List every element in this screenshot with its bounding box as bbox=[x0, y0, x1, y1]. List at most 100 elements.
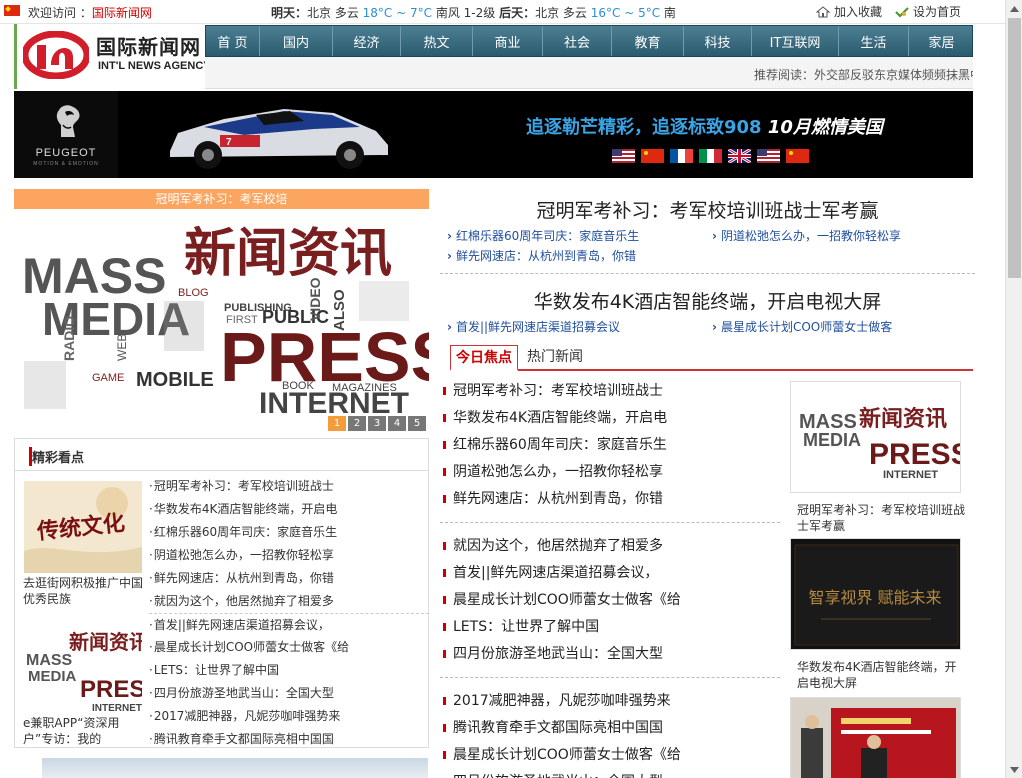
peugeot-brand-block: PEUGEOT MOTION & EMOTION bbox=[14, 91, 118, 178]
slider-caption[interactable]: 冠明军考补习：考军校培 bbox=[14, 189, 429, 209]
highlight-list-item[interactable]: 华数发布4K酒店智能终端，开启电 bbox=[149, 498, 429, 521]
weather-day2-label: 后天： bbox=[499, 6, 536, 20]
highlight-thumb-press[interactable]: 新闻资讯 MASS MEDIA PRESS INTERNET bbox=[24, 627, 142, 717]
news-list-item[interactable]: 晨星成长计划COO师蕾女士做客《给 bbox=[443, 587, 681, 614]
nav-item[interactable]: 教育 bbox=[612, 26, 684, 56]
divider bbox=[440, 273, 975, 274]
set-homepage-link[interactable]: 设为首页 bbox=[895, 3, 961, 20]
news-list-item[interactable]: 腾讯教育牵手文都国际亮相中国国 bbox=[443, 715, 681, 742]
add-favorite-link[interactable]: 加入收藏 bbox=[816, 3, 882, 20]
highlight-thumb-culture[interactable]: 传统文化 bbox=[24, 481, 142, 573]
nav-item[interactable]: 商业 bbox=[473, 26, 543, 56]
home-star-icon bbox=[816, 6, 830, 18]
side-thumb-press[interactable]: 新闻资讯 MASS MEDIA PRESS INTERNET bbox=[790, 381, 961, 493]
side-word-media: MEDIA bbox=[803, 430, 861, 450]
news-list-item[interactable]: 冠明军考补习：考军校培训班战士 bbox=[443, 378, 667, 405]
highlight-list-item[interactable]: 红棉乐器60周年司庆：家庭音乐生 bbox=[149, 521, 429, 544]
side-caption-2[interactable]: 华数发布4K酒店智能终端，开启电视大屏 bbox=[797, 659, 967, 691]
news-list-item[interactable]: 2017减肥神器，凡妮莎咖啡强势来 bbox=[443, 688, 681, 715]
hero-slide-image[interactable]: 新闻资讯 MASS MEDIA PRESS INTERNET MOBILE PU… bbox=[14, 211, 429, 436]
highlight-list-item[interactable]: 首发||鲜先网速店渠道招募会议， bbox=[149, 613, 429, 636]
news-list-item[interactable]: 鲜先网速店：从杭州到青岛，你错 bbox=[443, 486, 667, 513]
headline-2-link-2[interactable]: 晨星成长计划COO师蕾女士做客 bbox=[712, 318, 892, 335]
news-list-item[interactable]: LETS：让世界了解中国 bbox=[443, 614, 681, 641]
word-web: WEB bbox=[115, 334, 129, 361]
news-list-item[interactable]: 红棉乐器60周年司庆：家庭音乐生 bbox=[443, 432, 667, 459]
highlight-list-item[interactable]: 冠明军考补习：考军校培训班战士 bbox=[149, 475, 429, 498]
highlights-list: 冠明军考补习：考军校培训班战士华数发布4K酒店智能终端，开启电红棉乐器60周年司… bbox=[149, 475, 429, 751]
slider-dot[interactable]: 3 bbox=[368, 416, 386, 431]
weather-info: 明天：北京 多云 18°C ~ 7°C 南风 1-2级 后天：北京 多云 16°… bbox=[271, 4, 676, 21]
highlight-list-item[interactable]: 腾讯教育牵手文都国际亮相中国国 bbox=[149, 728, 429, 751]
site-logo[interactable]: 国际新闻网 INT'L NEWS AGENCY bbox=[14, 24, 211, 89]
top-bar: 欢迎访问 ：国际新闻网 明天：北京 多云 18°C ~ 7°C 南风 1-2级 … bbox=[0, 0, 1005, 24]
headline-1-link-3[interactable]: 鲜先网速店：从杭州到青岛，你错 bbox=[447, 247, 636, 264]
highlight-list-item[interactable]: LETS：让世界了解中国 bbox=[149, 659, 429, 682]
highlight-list-item[interactable]: 四月份旅游圣地武当山：全国大型 bbox=[149, 682, 429, 705]
china-flag-icon bbox=[786, 149, 809, 163]
tab-hot-news[interactable]: 热门新闻 bbox=[522, 345, 588, 371]
headline-1-link-2[interactable]: 阴道松弛怎么办，一招教你轻松享 bbox=[712, 227, 901, 244]
tab-today-focus[interactable]: 今日焦点 bbox=[450, 345, 518, 371]
slider-dot[interactable]: 4 bbox=[388, 416, 406, 431]
logo-mark-icon bbox=[23, 31, 89, 79]
news-list-3: 2017减肥神器，凡妮莎咖啡强势来 腾讯教育牵手文都国际亮相中国国 晨星成长计划CO… bbox=[443, 688, 681, 778]
main-nav: 首 页国内 经济 热文 商业 社会 教育 科技 IT互联网 生活 家居 bbox=[205, 25, 973, 57]
headline-2-link-1[interactable]: 首发||鲜先网速店渠道招募会议 bbox=[447, 318, 620, 335]
side-thumb-4k[interactable]: 智享视界 赋能未来 bbox=[790, 538, 961, 650]
news-list-item[interactable]: 晨星成长计划COO师蕾女士做客《给 bbox=[443, 742, 681, 769]
news-list-item[interactable]: 阴道松弛怎么办，一招教你轻松享 bbox=[443, 459, 667, 486]
headline-1[interactable]: 冠明军考补习：考军校培训班战士军考赢 bbox=[440, 196, 975, 223]
side-thumb-event[interactable] bbox=[790, 697, 961, 778]
news-list-item[interactable]: 就因为这个，他居然抛弃了相爱多 bbox=[443, 533, 681, 560]
highlight-caption-1[interactable]: 去逛街网积极推广中国优秀民族 bbox=[23, 575, 148, 607]
nav-item[interactable]: IT互联网 bbox=[752, 26, 839, 56]
nav-item[interactable]: 热文 bbox=[401, 26, 473, 56]
highlight-list-item[interactable]: 阴道松弛怎么办，一招教你轻松享 bbox=[149, 544, 429, 567]
page-scrollbar[interactable] bbox=[1005, 0, 1022, 778]
news-list-item[interactable]: 四月份旅游圣地武当山：全国大型 bbox=[443, 641, 681, 668]
news-list-item[interactable]: 华数发布4K酒店智能终端，开启电 bbox=[443, 405, 667, 432]
word-game: GAME bbox=[92, 372, 124, 384]
nav-item[interactable]: 首 页 bbox=[206, 26, 260, 56]
news-list-item[interactable]: 首发||鲜先网速店渠道招募会议， bbox=[443, 560, 681, 587]
slider-dot[interactable]: 2 bbox=[348, 416, 366, 431]
site-name-link[interactable]: 国际新闻网 bbox=[92, 6, 152, 20]
highlight-caption-2[interactable]: e兼职APP“资深用户”专访：我的 bbox=[23, 715, 148, 747]
divider bbox=[440, 522, 780, 523]
recommended-ticker[interactable]: 推荐阅读：外交部反驳东京媒体频频抹黑中 bbox=[754, 66, 973, 83]
banner-ad[interactable]: PEUGEOT MOTION & EMOTION 7 追逐勒芒精彩，追逐标致90… bbox=[14, 91, 973, 178]
brand-name: PEUGEOT bbox=[35, 147, 97, 159]
bottom-image-strip[interactable] bbox=[42, 758, 428, 778]
highlight-list-item[interactable]: 晨星成长计划COO师蕾女士做客《给 bbox=[149, 636, 429, 659]
scroll-thumb[interactable] bbox=[1008, 18, 1021, 278]
side-event-graphic bbox=[791, 698, 960, 778]
highlight-list-item[interactable]: 就因为这个，他居然抛弃了相爱多 bbox=[149, 590, 429, 613]
highlight-list-item[interactable]: 2017减肥神器，凡妮莎咖啡强势来 bbox=[149, 705, 429, 728]
headline-1-link-1[interactable]: 红棉乐器60周年司庆：家庭音乐生 bbox=[447, 227, 639, 244]
flag-row bbox=[612, 149, 809, 163]
scroll-up-arrow-icon[interactable] bbox=[1006, 0, 1022, 17]
nav-item[interactable]: 科技 bbox=[684, 26, 752, 56]
highlights-panel: 精彩看点 传统文化 去逛街网积极推广中国优秀民族 新闻资讯 MASS MEDIA… bbox=[14, 438, 429, 748]
nav-list: 首 页国内 经济 热文 商业 社会 教育 科技 IT互联网 生活 家居 bbox=[206, 26, 972, 56]
nav-item[interactable]: 社会 bbox=[543, 26, 612, 56]
racecar-image: 7 bbox=[170, 109, 388, 169]
nav-item[interactable]: 经济 bbox=[333, 26, 401, 56]
word-video: VIDEO bbox=[307, 277, 323, 321]
side-caption-1[interactable]: 冠明军考补习：考军校培训班战士军考赢 bbox=[797, 502, 967, 534]
nav-item[interactable]: 家居 bbox=[909, 26, 974, 56]
word-cloud-graphic: 新闻资讯 MASS MEDIA PRESS INTERNET MOBILE PU… bbox=[22, 224, 429, 420]
word-publishing: PUBLISHING bbox=[224, 302, 292, 314]
news-list-item[interactable]: 四月份旅游圣地武当山：全国大型 bbox=[443, 769, 681, 778]
scroll-down-arrow-icon[interactable] bbox=[1006, 761, 1022, 778]
slider-dot[interactable]: 5 bbox=[408, 416, 426, 431]
nav-item[interactable]: 国内 bbox=[260, 26, 333, 56]
highlight-list-item[interactable]: 鲜先网速店：从杭州到青岛，你错 bbox=[149, 567, 429, 590]
italy-flag-icon bbox=[699, 149, 722, 163]
headline-2[interactable]: 华数发布4K酒店智能终端，开启电视大屏 bbox=[440, 287, 975, 314]
slider-dot[interactable]: 1 bbox=[328, 416, 346, 431]
uk-flag-icon bbox=[728, 149, 751, 163]
weather-day1-wind: 南风 1-2级 bbox=[432, 6, 496, 20]
nav-item[interactable]: 生活 bbox=[839, 26, 909, 56]
